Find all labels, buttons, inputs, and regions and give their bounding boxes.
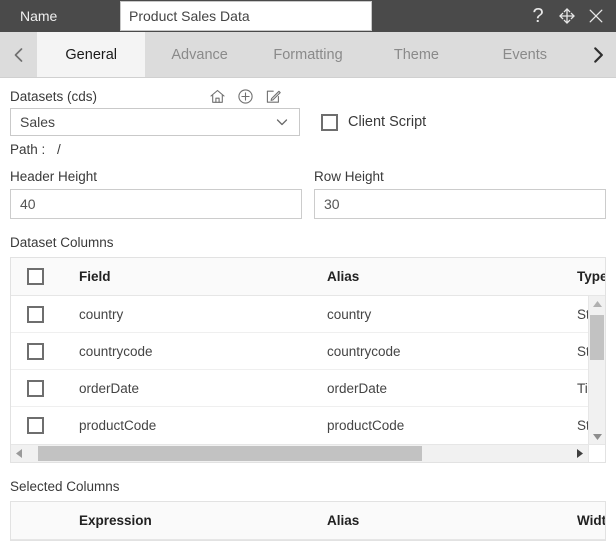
tab-bar: General Advance Formatting Theme Events bbox=[0, 32, 616, 78]
dataset-columns-title: Dataset Columns bbox=[10, 235, 114, 250]
table-row[interactable]: country country St bbox=[11, 296, 588, 333]
scroll-left-arrow-icon[interactable] bbox=[11, 448, 27, 459]
datasets-header: Datasets (cds) bbox=[10, 78, 606, 108]
column-header-expression[interactable]: Expression bbox=[79, 513, 327, 528]
row-checkbox[interactable] bbox=[27, 305, 44, 323]
tab-scroll-next-button[interactable] bbox=[579, 32, 616, 77]
cell-alias: countrycode bbox=[327, 343, 401, 359]
header-height-label: Header Height bbox=[10, 169, 98, 184]
column-header-alias[interactable]: Alias bbox=[327, 269, 577, 284]
client-script-checkbox[interactable] bbox=[321, 113, 338, 131]
dataset-select-row: Sales Client Script bbox=[10, 108, 606, 136]
row-select-cell[interactable] bbox=[11, 342, 79, 360]
table-row[interactable]: countrycode countrycode St bbox=[11, 333, 588, 370]
close-icon[interactable] bbox=[586, 6, 606, 26]
cell-type: St bbox=[577, 306, 588, 322]
path-value: / bbox=[57, 142, 61, 157]
scrollbar-corner bbox=[588, 445, 605, 462]
client-script-checkbox-group[interactable]: Client Script bbox=[321, 113, 427, 131]
column-header-type[interactable]: Type bbox=[577, 269, 605, 284]
header-height-input[interactable] bbox=[10, 189, 302, 219]
cell-field: countrycode bbox=[79, 343, 153, 359]
row-height-label: Row Height bbox=[314, 169, 384, 184]
row-height-input[interactable] bbox=[314, 189, 606, 219]
row-select-cell[interactable] bbox=[11, 417, 79, 434]
dataset-columns-scroll-area: country country St countrycode countryco… bbox=[11, 296, 605, 444]
column-header-alias[interactable]: Alias bbox=[327, 513, 577, 528]
dialog-title-bar: Name ? bbox=[0, 0, 616, 32]
selected-columns-grid: Expression Alias Widt bbox=[10, 501, 606, 541]
cell-field: orderDate bbox=[79, 380, 140, 396]
tab-events[interactable]: Events bbox=[470, 32, 579, 77]
horizontal-scrollbar-track[interactable] bbox=[27, 445, 572, 462]
header-height-group: Header Height bbox=[10, 159, 302, 219]
window-controls: ? bbox=[528, 0, 606, 32]
move-arrows-icon[interactable] bbox=[557, 6, 577, 26]
tab-list: General Advance Formatting Theme Events bbox=[37, 32, 579, 77]
cell-field: productCode bbox=[79, 418, 157, 433]
add-circle-icon[interactable] bbox=[237, 88, 254, 105]
tab-formatting[interactable]: Formatting bbox=[253, 32, 363, 77]
scroll-down-arrow-icon[interactable] bbox=[589, 429, 605, 444]
table-row[interactable]: orderDate orderDate Ti bbox=[11, 370, 588, 407]
dataset-select[interactable]: Sales bbox=[10, 108, 300, 136]
scroll-up-arrow-icon[interactable] bbox=[589, 296, 605, 311]
name-label: Name bbox=[20, 8, 58, 24]
tab-advance[interactable]: Advance bbox=[145, 32, 254, 77]
select-all-checkbox[interactable] bbox=[27, 268, 44, 285]
selected-columns-title: Selected Columns bbox=[10, 479, 120, 494]
tab-general-label: General bbox=[65, 46, 117, 63]
datasets-label: Datasets (cds) bbox=[10, 88, 98, 104]
row-height-group: Row Height bbox=[314, 159, 606, 219]
home-icon[interactable] bbox=[209, 88, 226, 105]
datasets-icon-group bbox=[209, 88, 282, 105]
path-row: Path : / bbox=[10, 136, 606, 159]
help-icon[interactable]: ? bbox=[528, 6, 548, 26]
horizontal-scrollbar-thumb[interactable] bbox=[38, 446, 422, 461]
tab-theme[interactable]: Theme bbox=[362, 32, 471, 77]
general-tab-panel: Datasets (cds) Sales Client Script Path … bbox=[0, 78, 616, 541]
chevron-down-icon bbox=[274, 114, 290, 130]
tab-events-label: Events bbox=[502, 46, 547, 63]
horizontal-scrollbar[interactable] bbox=[11, 444, 605, 462]
selected-columns-header-row: Expression Alias Widt bbox=[11, 502, 605, 540]
cell-type: St bbox=[577, 418, 588, 433]
cell-alias: productCode bbox=[327, 418, 405, 433]
cell-type: Ti bbox=[577, 380, 588, 396]
tab-general[interactable]: General bbox=[37, 32, 146, 77]
row-checkbox[interactable] bbox=[27, 379, 44, 397]
path-label: Path : bbox=[10, 142, 46, 157]
vertical-scrollbar[interactable] bbox=[588, 296, 605, 444]
cell-field: country bbox=[79, 306, 124, 322]
table-row[interactable]: productCode productCode St bbox=[11, 407, 588, 444]
cell-alias: country bbox=[327, 306, 372, 322]
row-select-cell[interactable] bbox=[11, 305, 79, 323]
client-script-label: Client Script bbox=[348, 114, 427, 130]
dataset-select-value: Sales bbox=[20, 114, 56, 130]
tab-advance-label: Advance bbox=[171, 46, 228, 63]
dataset-columns-header-row: Field Alias Type bbox=[11, 258, 605, 296]
vertical-scrollbar-thumb[interactable] bbox=[590, 315, 604, 360]
dataset-columns-grid: Field Alias Type country country St bbox=[10, 257, 606, 463]
scroll-right-arrow-icon[interactable] bbox=[572, 448, 588, 459]
tab-scroll-prev-button[interactable] bbox=[0, 32, 37, 77]
dataset-columns-body: country country St countrycode countryco… bbox=[11, 296, 588, 444]
column-header-width[interactable]: Widt bbox=[577, 513, 605, 528]
select-all-cell[interactable] bbox=[11, 268, 79, 285]
cell-alias: orderDate bbox=[327, 380, 388, 396]
tab-formatting-label: Formatting bbox=[273, 46, 343, 63]
row-checkbox[interactable] bbox=[27, 417, 44, 434]
row-select-cell[interactable] bbox=[11, 379, 79, 397]
column-header-field[interactable]: Field bbox=[79, 269, 327, 284]
tab-theme-label: Theme bbox=[393, 46, 439, 63]
edit-pencil-icon[interactable] bbox=[265, 88, 282, 105]
name-input[interactable] bbox=[120, 1, 372, 31]
cell-type: St bbox=[577, 343, 588, 359]
row-checkbox[interactable] bbox=[27, 342, 44, 360]
height-fields-row: Header Height Row Height bbox=[10, 159, 606, 219]
